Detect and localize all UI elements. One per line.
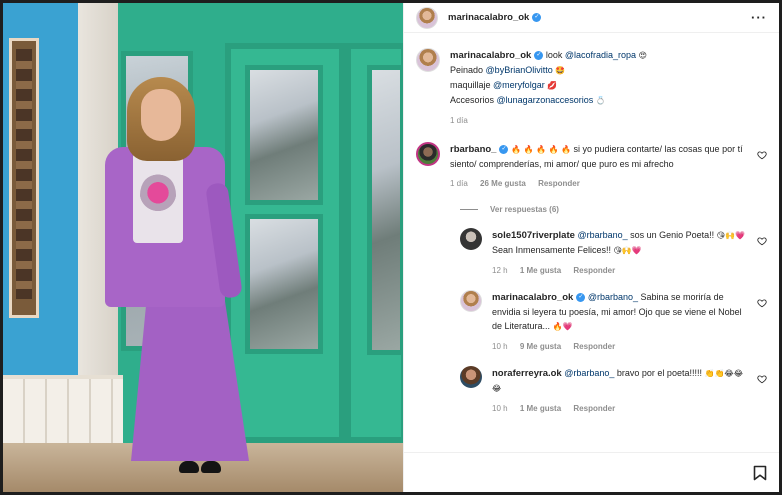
caption-link-look[interactable]: @lacofradia_ropa — [565, 50, 636, 60]
heart-icon[interactable] — [757, 236, 767, 246]
reply-time[interactable]: 10 h — [492, 404, 508, 413]
face — [141, 89, 181, 141]
caption-accessories-label: Accesorios — [450, 95, 495, 105]
woman-figure — [3, 3, 403, 492]
reply-mention[interactable]: @rbarbano_ — [564, 368, 614, 378]
skull-print — [140, 173, 176, 217]
commenter-avatar[interactable] — [416, 142, 440, 166]
author-avatar[interactable] — [416, 6, 438, 29]
caption-hair-label: Peinado — [450, 65, 484, 75]
comments-panel: marinacalabro_ok ✓ ··· marinacalabro_ok ✓… — [403, 3, 779, 492]
verified-badge-icon: ✓ — [576, 293, 586, 303]
reply-time[interactable]: 12 h — [492, 266, 508, 275]
view-replies-label[interactable]: Ver respuestas (6) — [490, 205, 559, 214]
screenshot-frame: marinacalabro_ok ✓ ··· marinacalabro_ok ✓… — [0, 0, 782, 495]
verified-badge-icon: ✓ — [534, 51, 544, 61]
reply-button[interactable]: Responder — [573, 342, 615, 351]
post-actions — [404, 452, 779, 492]
reply-emojis: 🔥💗 — [552, 322, 573, 331]
reply-text: sos un Genio Poeta!! — [630, 230, 715, 240]
reply-likes[interactable]: 9 Me gusta — [520, 342, 561, 351]
caption-link-makeup[interactable]: @meryfolgar — [493, 80, 545, 90]
reply-time[interactable]: 10 h — [492, 342, 508, 351]
reply-username[interactable]: sole1507riverplate — [492, 230, 575, 241]
heart-eyes-emoji: 😍 — [638, 51, 647, 60]
replier-avatar[interactable] — [460, 290, 482, 312]
replier-avatar[interactable] — [460, 366, 482, 388]
heart-icon[interactable] — [757, 298, 767, 308]
reply-emojis: 😘🙌💗 — [716, 231, 745, 240]
caption-makeup-label: maquillaje — [450, 80, 491, 90]
reply-mention[interactable]: @rbarbano_ — [577, 230, 627, 240]
kiss-emoji: 💋 — [547, 81, 558, 90]
reply-emojis-2: 😘🙌💗 — [613, 246, 642, 255]
more-options-icon[interactable]: ··· — [751, 10, 767, 25]
black-shoe-left — [179, 461, 199, 473]
comment-likes[interactable]: 26 Me gusta — [480, 179, 526, 188]
caption-link-accessories[interactable]: @lunagarzonaccesorios — [497, 95, 594, 105]
reply-button[interactable]: Responder — [573, 404, 615, 413]
ring-emoji: 💍 — [595, 96, 606, 105]
star-struck-emoji: 🤩 — [555, 66, 566, 75]
reply-comment: sole1507riverplate @rbarbano_ sos un Gen… — [460, 228, 767, 278]
reply-username[interactable]: noraferreyra.ok — [492, 368, 562, 379]
post-photo[interactable] — [3, 3, 403, 492]
comments-scroll[interactable]: marinacalabro_ok ✓ look @lacofradia_ropa … — [404, 34, 779, 452]
comment-username[interactable]: rbarbano_ — [450, 144, 496, 155]
caption-avatar[interactable] — [416, 48, 440, 72]
reply-button[interactable]: Responder — [538, 179, 580, 188]
post-header: marinacalabro_ok ✓ ··· — [404, 3, 779, 33]
caption-time[interactable]: 1 día — [450, 116, 468, 125]
instagram-post: marinacalabro_ok ✓ ··· marinacalabro_ok ✓… — [3, 3, 779, 492]
author-username[interactable]: marinacalabro_ok — [448, 12, 529, 23]
reply-text-2: Sean Inmensamente Felices!! — [492, 245, 612, 255]
caption-link-hair[interactable]: @byBrianOlivitto — [486, 65, 553, 75]
reply-button[interactable]: Responder — [573, 266, 615, 275]
replies-divider — [460, 209, 478, 210]
view-replies-button[interactable]: Ver respuestas (6) — [460, 205, 767, 214]
replier-avatar[interactable] — [460, 228, 482, 250]
verified-badge-icon: ✓ — [499, 145, 509, 155]
caption-look-label: look — [545, 50, 563, 60]
reply-likes[interactable]: 1 Me gusta — [520, 404, 561, 413]
heart-icon[interactable] — [757, 374, 767, 384]
fire-emojis: 🔥 🔥 🔥 🔥 🔥 — [510, 145, 571, 154]
post-caption: marinacalabro_ok ✓ look @lacofradia_ropa … — [416, 48, 767, 128]
comment: rbarbano_ ✓ 🔥 🔥 🔥 🔥 🔥 si yo pudiera conta… — [416, 142, 767, 191]
caption-username[interactable]: marinacalabro_ok — [450, 50, 531, 61]
verified-badge-icon: ✓ — [532, 13, 542, 22]
reply-comment: noraferreyra.ok @rbarbano_ bravo por el … — [460, 366, 767, 416]
reply-username[interactable]: marinacalabro_ok — [492, 292, 573, 303]
reply-comment: marinacalabro_ok ✓ @rbarbano_ Sabina se m… — [460, 290, 767, 354]
heart-icon[interactable] — [757, 150, 767, 160]
bookmark-icon[interactable] — [753, 465, 767, 481]
reply-likes[interactable]: 1 Me gusta — [520, 266, 561, 275]
reply-mention[interactable]: @rbarbano_ — [588, 292, 638, 302]
comment-time[interactable]: 1 día — [450, 179, 468, 188]
reply-text: bravo por el poeta!!!!! — [616, 368, 702, 378]
black-shoe-right — [201, 461, 221, 473]
